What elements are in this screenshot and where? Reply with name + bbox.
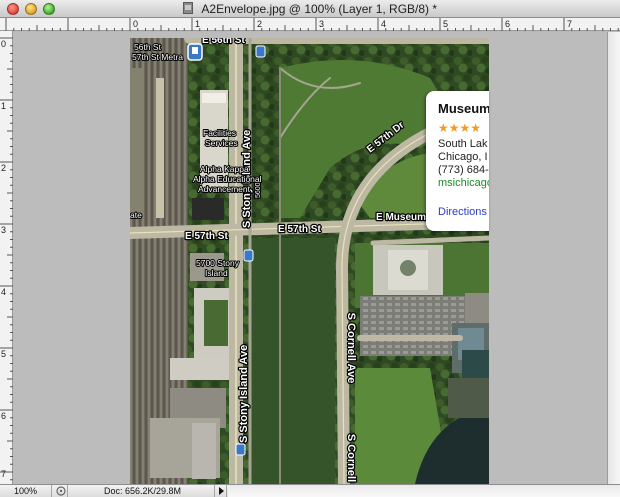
hruler-label: 5 <box>443 19 448 29</box>
status-bar: 100% Doc: 656.2K/29.8M <box>0 484 620 497</box>
place-label: Facilities <box>203 128 236 138</box>
hruler-label: 6 <box>505 19 510 29</box>
place-website-link[interactable]: msichicago <box>438 177 489 189</box>
status-menu-button[interactable] <box>214 485 227 497</box>
street-label: E 56th St <box>202 38 245 46</box>
bus-stop-icon[interactable] <box>243 249 254 262</box>
vruler-label: 4 <box>1 287 6 297</box>
bus-stop-icon[interactable] <box>235 443 246 456</box>
horizontal-scrollbar[interactable] <box>228 485 620 497</box>
street-label: S Cornell <box>345 434 357 482</box>
directions-link[interactable]: Directions <box>438 206 487 218</box>
place-address-line-1: South Lak <box>438 138 488 150</box>
vruler-label: 1 <box>1 101 6 111</box>
photoshop-document-window: A2Envelope.jpg @ 100% (Layer 1, RGB/8) *… <box>0 0 620 497</box>
place-name[interactable]: Museum <box>438 101 489 116</box>
hruler-label: 7 <box>567 19 572 29</box>
document-proxy-icon[interactable] <box>182 2 193 14</box>
place-address-line-2: Chicago, I <box>438 151 488 163</box>
place-info-bubble[interactable]: Museum ★★★★ South Lak Chicago, I (773) 6… <box>426 91 489 231</box>
place-label: 5700 Stony <box>196 258 240 268</box>
hruler-label: 0 <box>133 19 138 29</box>
hruler-label: 4 <box>381 19 386 29</box>
window-title: A2Envelope.jpg @ 100% (Layer 1, RGB/8) * <box>201 2 438 16</box>
street-number-label: 5600 <box>255 182 262 198</box>
title-bar[interactable]: A2Envelope.jpg @ 100% (Layer 1, RGB/8) * <box>0 0 620 18</box>
vertical-ruler[interactable]: 0 1 2 3 4 5 6 7 <box>0 31 13 484</box>
hruler-label: 2 <box>257 19 262 29</box>
hruler-label: 1 <box>195 19 200 29</box>
vruler-label: 5 <box>1 349 6 359</box>
horizontal-ruler[interactable]: 0 1 2 3 4 5 6 7 <box>0 18 620 31</box>
vruler-label: 2 <box>1 163 6 173</box>
status-circle-icon <box>56 486 66 496</box>
title-wrap: A2Envelope.jpg @ 100% (Layer 1, RGB/8) * <box>0 0 620 18</box>
street-label: S Cornell Ave <box>345 313 357 384</box>
place-label: Advancement <box>198 184 251 194</box>
vruler-label: 3 <box>1 225 6 235</box>
vruler-label: 0 <box>1 39 6 49</box>
zoom-level-field[interactable]: 100% <box>0 485 52 497</box>
street-label: E 57th St <box>278 224 321 235</box>
vertical-scrollbar[interactable] <box>607 32 620 484</box>
place-label: Alpha Kappa <box>200 164 249 174</box>
vruler-label: 6 <box>1 411 6 421</box>
place-label: 57th St Metra <box>132 52 183 62</box>
place-phone: (773) 684- <box>438 164 489 176</box>
play-arrow-icon <box>219 487 224 495</box>
street-label: S Stony Island Ave <box>238 345 250 443</box>
vruler-label: 7 <box>1 469 6 479</box>
place-label: ate <box>130 210 142 220</box>
place-label: Alpha Educational <box>193 174 262 184</box>
hruler-label: 3 <box>319 19 324 29</box>
document-size: Doc: 656.2K/29.8M <box>104 486 182 496</box>
vertical-ruler-ticks: 0 1 2 3 4 5 6 7 <box>0 37 13 481</box>
place-label: Island <box>205 268 228 278</box>
document-status-icon[interactable] <box>54 485 68 497</box>
rating-stars-icon: ★★★★ <box>438 121 482 135</box>
place-label: 56th St <box>134 42 162 52</box>
bus-stop-icon[interactable] <box>255 45 266 58</box>
place-label: Services <box>205 138 238 148</box>
horizontal-ruler-ticks: 0 1 2 3 4 5 6 7 <box>5 18 619 31</box>
street-label: E 57th St <box>185 231 228 242</box>
